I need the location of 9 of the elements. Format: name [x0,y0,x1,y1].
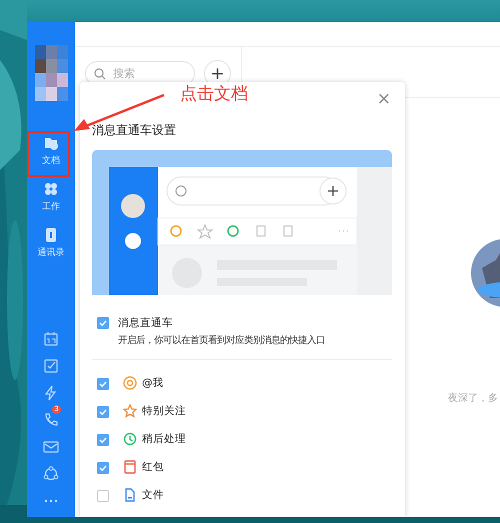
greeting-text: 夜深了，多 [448,392,498,405]
description-text: 开启后，你可以在首页看到对应类别消息的快捷入口 [118,334,325,347]
option-label: 稍后处理 [142,432,186,446]
option-label: @我 [142,376,164,390]
option-label: 文件 [142,488,164,502]
option-label: 红包 [142,460,164,474]
dialog-title: 消息直通车设置 [92,122,177,139]
checkbox-label: 消息直通车 [118,316,174,330]
option-label: 特别关注 [142,404,186,418]
